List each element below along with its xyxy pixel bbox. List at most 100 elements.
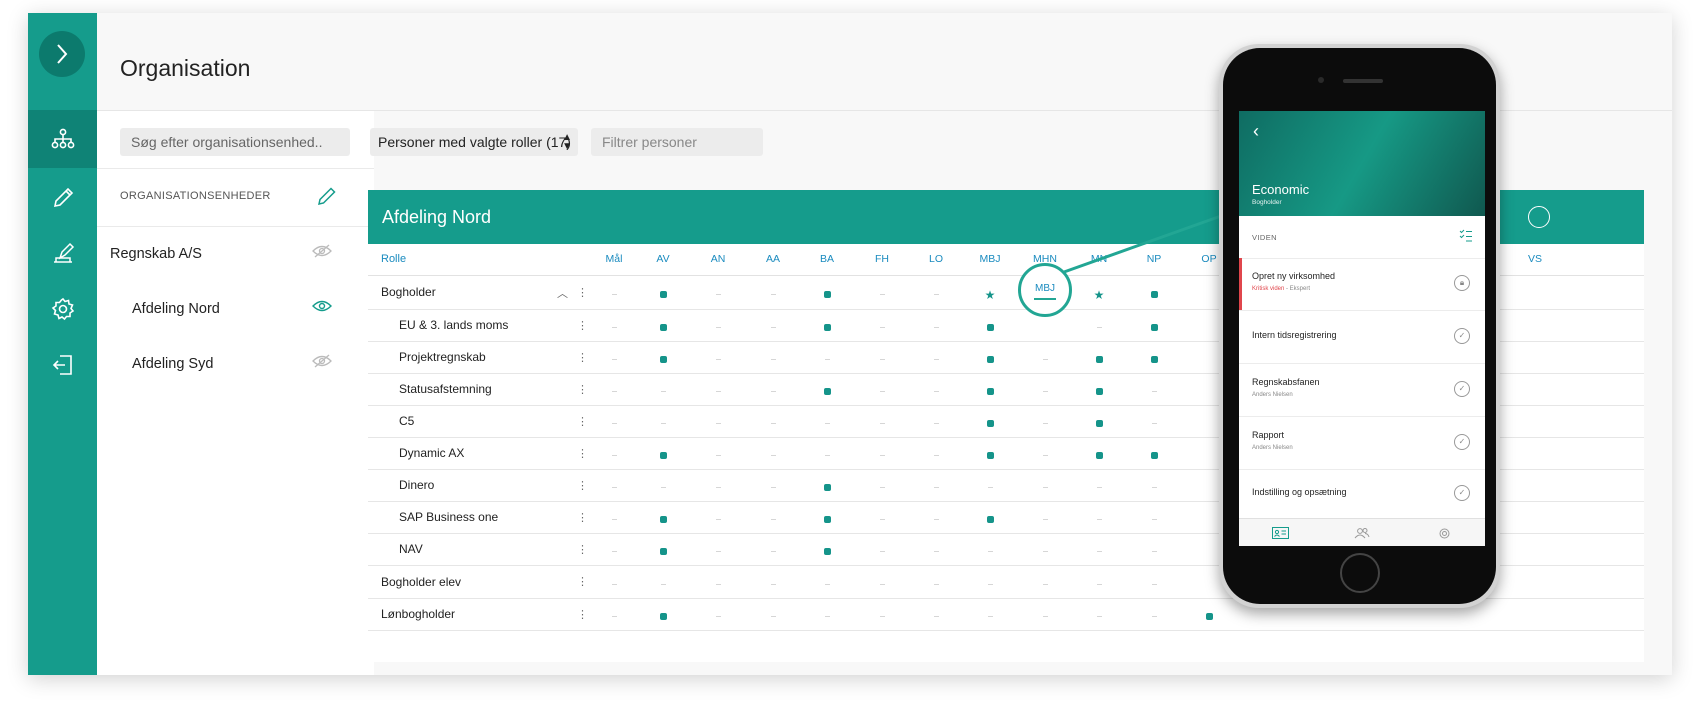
role-dot[interactable] — [970, 383, 1010, 401]
empty-cell[interactable] — [594, 383, 634, 401]
empty-cell[interactable] — [753, 543, 793, 561]
star-icon[interactable]: ★ — [970, 286, 1010, 304]
role-dot[interactable] — [807, 383, 847, 401]
empty-cell[interactable] — [807, 576, 847, 594]
empty-cell[interactable] — [1025, 576, 1065, 594]
empty-cell[interactable] — [698, 479, 738, 497]
empty-cell[interactable] — [970, 576, 1010, 594]
chevron-up-icon[interactable]: ︿ — [557, 285, 568, 301]
empty-cell[interactable] — [1079, 511, 1119, 529]
empty-cell[interactable] — [753, 415, 793, 433]
empty-cell[interactable] — [753, 383, 793, 401]
row-menu-icon[interactable]: ⋮ — [577, 383, 588, 396]
column-header-mål[interactable]: Mål — [594, 253, 634, 265]
empty-cell[interactable] — [753, 576, 793, 594]
empty-cell[interactable] — [1134, 415, 1174, 433]
empty-cell[interactable] — [862, 543, 902, 561]
empty-cell[interactable] — [862, 351, 902, 369]
empty-cell[interactable] — [753, 351, 793, 369]
empty-cell[interactable] — [807, 351, 847, 369]
role-dot[interactable] — [1134, 319, 1174, 337]
empty-cell[interactable] — [698, 286, 738, 304]
role-dot[interactable] — [1189, 608, 1229, 626]
row-menu-icon[interactable]: ⋮ — [577, 447, 588, 460]
role-dot[interactable] — [643, 319, 683, 337]
role-dot[interactable] — [807, 319, 847, 337]
empty-cell[interactable] — [807, 415, 847, 433]
empty-cell[interactable] — [862, 479, 902, 497]
empty-cell[interactable] — [1134, 543, 1174, 561]
empty-cell[interactable] — [862, 576, 902, 594]
org-unit-regnskab[interactable]: Regnskab A/S — [97, 227, 374, 281]
empty-cell[interactable] — [698, 319, 738, 337]
empty-cell[interactable] — [1025, 511, 1065, 529]
role-dot[interactable] — [1134, 351, 1174, 369]
column-header-mbj[interactable]: MBJ — [970, 253, 1010, 265]
role-dot[interactable] — [970, 351, 1010, 369]
empty-cell[interactable] — [594, 479, 634, 497]
knowledge-item[interactable]: Intern tidsregistrering ✓ — [1239, 311, 1485, 364]
role-dot[interactable] — [970, 511, 1010, 529]
row-menu-icon[interactable]: ⋮ — [577, 351, 588, 364]
empty-cell[interactable] — [862, 383, 902, 401]
empty-cell[interactable] — [916, 319, 956, 337]
role-dot[interactable] — [807, 511, 847, 529]
column-header-mn[interactable]: MN — [1079, 253, 1119, 265]
role-dot[interactable] — [1079, 383, 1119, 401]
back-arrow-icon[interactable]: ‹ — [1253, 121, 1259, 142]
empty-cell[interactable] — [970, 479, 1010, 497]
empty-cell[interactable] — [862, 447, 902, 465]
empty-cell[interactable] — [1025, 383, 1065, 401]
org-unit-afdeling-syd[interactable]: Afdeling Syd — [97, 337, 374, 391]
empty-cell[interactable] — [1025, 543, 1065, 561]
empty-cell[interactable] — [594, 286, 634, 304]
eye-hidden-icon[interactable] — [312, 354, 332, 368]
row-menu-icon[interactable]: ⋮ — [577, 543, 588, 556]
role-dot[interactable] — [807, 479, 847, 497]
empty-cell[interactable] — [698, 511, 738, 529]
empty-cell[interactable] — [916, 447, 956, 465]
empty-cell[interactable] — [1025, 351, 1065, 369]
empty-cell[interactable] — [594, 319, 634, 337]
empty-cell[interactable] — [594, 415, 634, 433]
column-header-np[interactable]: NP — [1134, 253, 1174, 265]
tab-people[interactable] — [1347, 524, 1377, 542]
column-header-lo[interactable]: LO — [916, 253, 956, 265]
empty-cell[interactable] — [643, 576, 683, 594]
empty-cell[interactable] — [1025, 479, 1065, 497]
empty-cell[interactable] — [1134, 383, 1174, 401]
empty-cell[interactable] — [753, 447, 793, 465]
empty-cell[interactable] — [916, 511, 956, 529]
column-header-an[interactable]: AN — [698, 253, 738, 265]
tab-profile[interactable] — [1265, 524, 1295, 542]
knowledge-item[interactable]: Regnskabsfanen Anders Nielsen ✓ — [1239, 364, 1485, 417]
column-header-aa[interactable]: AA — [753, 253, 793, 265]
empty-cell[interactable] — [1025, 415, 1065, 433]
empty-cell[interactable] — [916, 415, 956, 433]
empty-cell[interactable] — [698, 415, 738, 433]
empty-cell[interactable] — [1079, 576, 1119, 594]
empty-cell[interactable] — [753, 479, 793, 497]
empty-cell[interactable] — [698, 383, 738, 401]
column-header-av[interactable]: AV — [643, 253, 683, 265]
role-dot[interactable] — [643, 447, 683, 465]
eye-hidden-icon[interactable] — [312, 244, 332, 258]
empty-cell[interactable] — [807, 608, 847, 626]
eye-icon[interactable] — [312, 299, 332, 313]
empty-cell[interactable] — [970, 543, 1010, 561]
empty-cell[interactable] — [1079, 543, 1119, 561]
org-unit-afdeling-nord[interactable]: Afdeling Nord — [97, 282, 374, 336]
row-menu-icon[interactable]: ⋮ — [577, 575, 588, 588]
role-dot[interactable] — [1079, 447, 1119, 465]
empty-cell[interactable] — [753, 319, 793, 337]
empty-cell[interactable] — [594, 576, 634, 594]
empty-cell[interactable] — [1079, 479, 1119, 497]
empty-cell[interactable] — [1025, 608, 1065, 626]
empty-cell[interactable] — [916, 286, 956, 304]
empty-cell[interactable] — [916, 576, 956, 594]
empty-cell[interactable] — [862, 608, 902, 626]
empty-cell[interactable] — [594, 511, 634, 529]
empty-cell[interactable] — [916, 608, 956, 626]
row-menu-icon[interactable]: ⋮ — [577, 319, 588, 332]
role-dot[interactable] — [807, 286, 847, 304]
